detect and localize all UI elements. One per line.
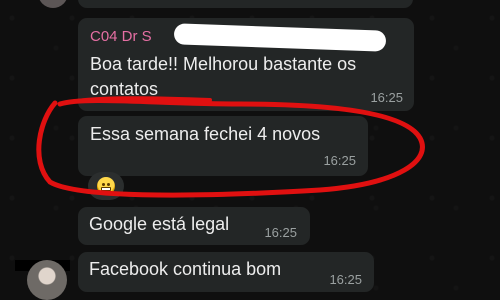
grimacing-face-icon (97, 177, 115, 195)
message-time: 16:25 (264, 225, 297, 240)
message-bubble[interactable]: Google está legal 16:25 (78, 207, 310, 245)
message-bubble[interactable]: C04 Dr S Boa tarde!! Melhorou bastante o… (78, 18, 414, 111)
redaction-mark (173, 23, 387, 52)
message-time: 16:25 (323, 153, 356, 168)
sender-name[interactable]: C04 Dr S (90, 28, 152, 45)
previous-message-bubble[interactable] (78, 0, 413, 8)
avatar[interactable] (27, 260, 67, 300)
message-reaction[interactable] (88, 172, 124, 200)
message-bubble[interactable]: Essa semana fechei 4 novos 16:25 (78, 116, 368, 176)
message-text: Facebook continua bom (89, 259, 282, 279)
message-time: 16:25 (329, 272, 362, 287)
message-text: Essa semana fechei 4 novos (90, 124, 321, 144)
message-text: Google está legal (89, 214, 230, 234)
message-bubble[interactable]: Facebook continua bom 16:25 (78, 252, 374, 292)
message-time: 16:25 (370, 90, 403, 105)
message-text: Boa tarde!! Melhorou bastante os contato… (90, 54, 357, 99)
